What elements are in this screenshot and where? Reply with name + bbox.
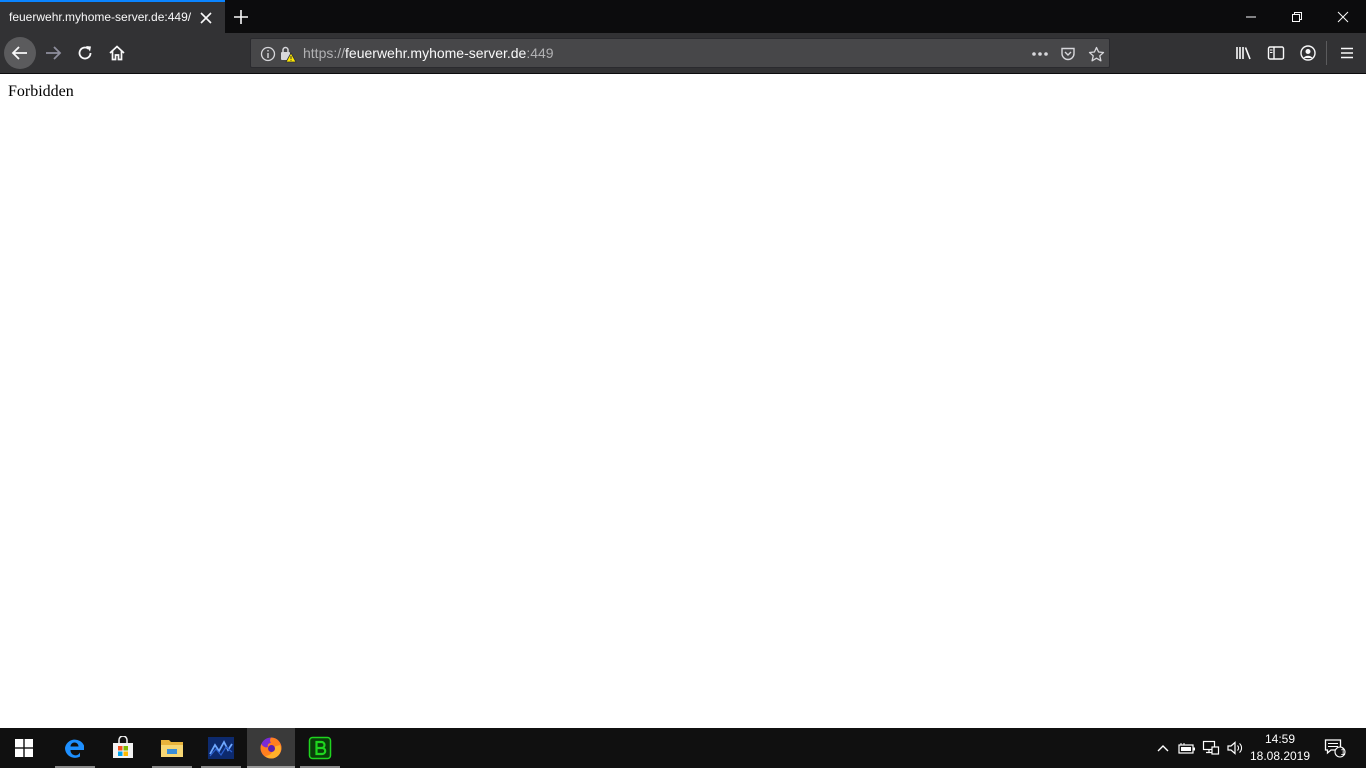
page-actions-icon[interactable] [1031, 45, 1049, 63]
pocket-icon[interactable] [1059, 45, 1077, 63]
tab-strip: feuerwehr.myhome-server.de:449/ [0, 0, 1366, 33]
bookmark-star-icon[interactable] [1087, 45, 1105, 63]
forward-icon[interactable] [37, 37, 69, 69]
show-hidden-icons-icon[interactable] [1153, 738, 1173, 758]
insecure-lock-icon[interactable] [279, 45, 297, 63]
close-window-icon[interactable] [1320, 0, 1366, 33]
url-text[interactable]: https://feuerwehr.myhome-server.de:449 [303, 45, 554, 61]
account-icon[interactable] [1298, 43, 1318, 63]
info-icon[interactable] [259, 45, 277, 63]
volume-icon[interactable] [1225, 738, 1245, 758]
back-icon[interactable] [4, 37, 36, 69]
tab-title: feuerwehr.myhome-server.de:449/ [9, 10, 192, 24]
network-icon[interactable] [1201, 738, 1221, 758]
system-clock[interactable]: 14:59 18.08.2019 [1249, 731, 1311, 765]
taskbar: 14:59 18.08.2019 1 [0, 728, 1366, 768]
library-icon[interactable] [1234, 43, 1254, 63]
close-tab-icon[interactable] [196, 8, 216, 28]
file-explorer-icon[interactable] [148, 728, 196, 768]
sidebar-icon[interactable] [1266, 43, 1286, 63]
clock-date: 18.08.2019 [1249, 749, 1311, 763]
store-icon[interactable] [99, 728, 147, 768]
green-b-app-icon[interactable] [296, 728, 344, 768]
start-icon[interactable] [0, 728, 48, 768]
firefox-icon[interactable] [247, 728, 295, 768]
home-icon[interactable] [101, 37, 133, 69]
edge-icon[interactable] [51, 728, 99, 768]
reload-icon[interactable] [69, 37, 101, 69]
stock-chart-app-icon[interactable] [197, 728, 245, 768]
page-content: Forbidden [0, 74, 1366, 728]
url-host: feuerwehr.myhome-server.de [345, 45, 527, 61]
url-scheme: https:// [303, 45, 346, 61]
battery-icon[interactable] [1177, 738, 1197, 758]
menu-icon[interactable] [1337, 43, 1357, 63]
action-center-icon[interactable]: 1 [1323, 738, 1347, 758]
notification-count: 1 [1340, 747, 1346, 757]
new-tab-icon[interactable] [228, 4, 254, 30]
minimize-window-icon[interactable] [1228, 0, 1274, 33]
navigation-toolbar: https://feuerwehr.myhome-server.de:449 [0, 33, 1366, 74]
url-port: :449 [526, 45, 554, 61]
restore-window-icon[interactable] [1274, 0, 1320, 33]
forbidden-message: Forbidden [8, 83, 74, 100]
toolbar-separator [1326, 41, 1327, 65]
clock-time: 14:59 [1264, 732, 1296, 746]
url-bar[interactable]: https://feuerwehr.myhome-server.de:449 [250, 38, 1110, 68]
active-tab[interactable]: feuerwehr.myhome-server.de:449/ [0, 0, 225, 33]
